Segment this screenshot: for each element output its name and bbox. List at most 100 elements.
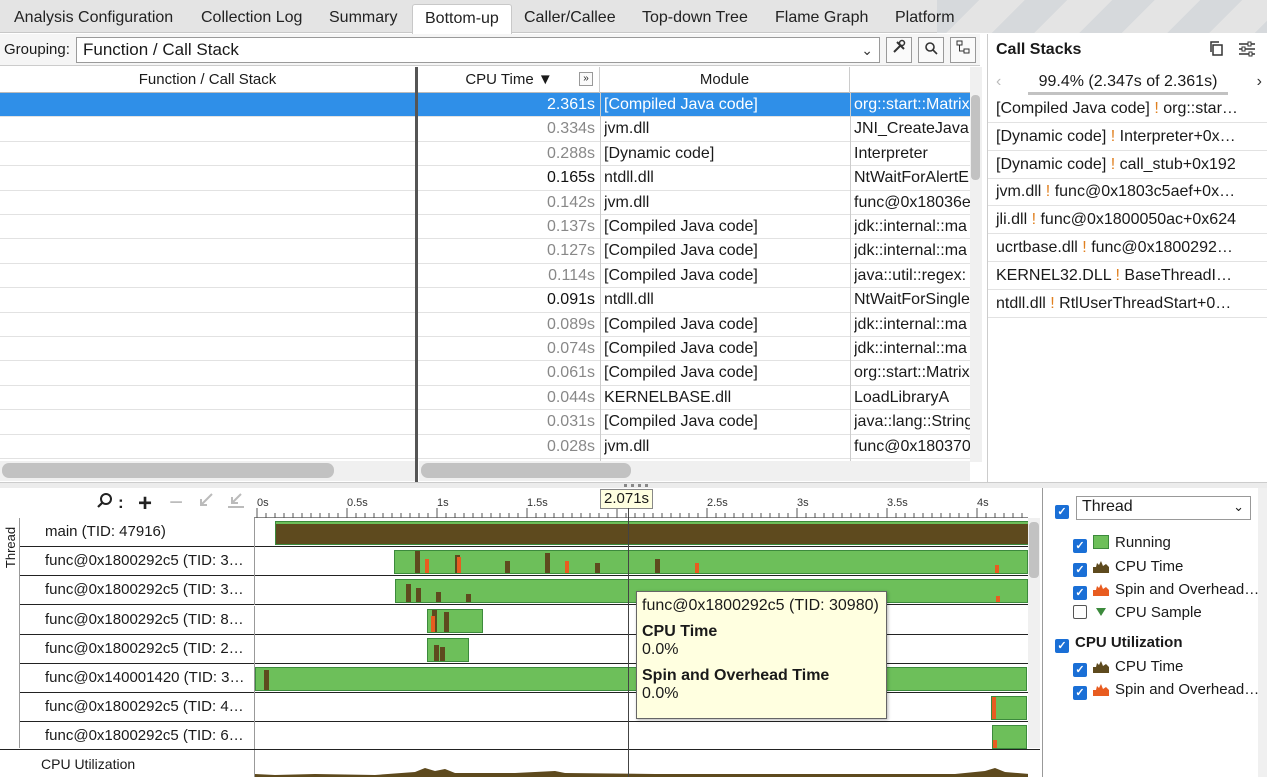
thread-name: func@0x1800292c5 (TID: 4… [45, 698, 244, 716]
settings-sliders-icon[interactable] [1238, 40, 1256, 62]
cpu-time-cell: 0.334s [546, 120, 595, 138]
spin-swatch-icon [1093, 684, 1109, 696]
column-header-cpu-time[interactable]: CPU Time ▼ » [419, 67, 600, 93]
copy-icon[interactable] [1208, 40, 1224, 62]
table-row[interactable]: ▶func@0x180370da00.028sjvm.dllfunc@0x180… [0, 435, 970, 459]
table-row[interactable]: ▶func@0x18036ed900.142sjvm.dllfunc@0x180… [0, 191, 970, 215]
thread-track[interactable] [254, 518, 1029, 547]
thread-row[interactable]: func@0x1800292c5 (TID: 6… [20, 722, 1028, 752]
table-row[interactable]: ▶Interpreter0.288s[Dynamic code]Interpre… [0, 142, 970, 167]
thread-row[interactable]: main (TID: 47916) [20, 518, 1029, 547]
call-stack-frame[interactable]: [Dynamic code] ! call_stub+0x192 [988, 151, 1267, 179]
running-bar[interactable] [275, 521, 1029, 545]
cpu-time-swatch-icon [1093, 561, 1109, 573]
frame-separator-icon: ! [1154, 100, 1159, 117]
column-header-module[interactable]: Module [600, 67, 850, 93]
function-full-cell: java::lang::String [854, 413, 970, 431]
running-bar[interactable] [394, 550, 1028, 575]
column-header-function-full[interactable] [850, 67, 970, 93]
tab-bottom-up[interactable]: Bottom-up [412, 4, 512, 34]
zoom-in-icon[interactable]: + [138, 490, 152, 518]
tab-top-down-tree[interactable]: Top-down Tree [630, 4, 760, 33]
legend-running[interactable]: ✓ Running [1073, 534, 1171, 553]
next-stack-icon[interactable]: › [1257, 73, 1262, 91]
running-bar[interactable] [427, 637, 469, 662]
thread-track[interactable] [254, 547, 1028, 577]
table-row[interactable]: ▶jdk::internal::math::FloatingDecimal$AS… [0, 215, 970, 240]
call-stack-frame[interactable]: [Dynamic code] ! Interpreter+0x… [988, 123, 1267, 151]
call-stack-frame[interactable]: ntdll.dll ! RtlUserThreadStart+0… [988, 290, 1267, 318]
frozen-column-splitter[interactable] [415, 67, 418, 482]
zoom-menu-icon[interactable]: : [118, 493, 124, 513]
table-row[interactable]: ▶jdk::internal::math::FloatingDecimal$Bi… [0, 337, 970, 362]
undo-zoom-icon[interactable] [227, 492, 245, 514]
tab-summary[interactable]: Summary [317, 4, 409, 33]
legend-util-cpu-time[interactable]: ✓ CPU Time [1073, 658, 1183, 677]
zoom-out-icon[interactable]: − [169, 489, 183, 517]
tab-caller-callee[interactable]: Caller/Callee [512, 4, 628, 33]
thread-row[interactable]: func@0x1800292c5 (TID: 3… [20, 547, 1028, 577]
tab-flame-graph[interactable]: Flame Graph [763, 4, 880, 33]
cpu-sample-swatch-icon [1096, 608, 1106, 616]
cpu-utilization-graph[interactable] [254, 750, 1028, 777]
legend-group-select[interactable]: Thread ⌄ [1076, 496, 1251, 520]
tab-collection-log[interactable]: Collection Log [189, 4, 314, 33]
call-tree-button[interactable] [950, 37, 976, 63]
function-full-cell: func@0x18036e [854, 193, 970, 211]
tree-icon [956, 40, 970, 54]
cpu-time-spike [416, 588, 421, 603]
grid-vertical-scroll-thumb[interactable] [971, 95, 980, 180]
running-bar[interactable] [991, 696, 1027, 721]
cpu-time-cell: 0.127s [546, 242, 595, 260]
spin-spike [431, 615, 435, 632]
expand-column-button[interactable]: » [579, 72, 593, 86]
previous-stack-icon[interactable]: ‹ [996, 73, 1001, 91]
thread-group-checkbox[interactable]: ✓ [1055, 500, 1075, 519]
table-row[interactable]: ▶NtWaitForSingleObject0.091sntdll.dllNtW… [0, 288, 970, 313]
table-row[interactable]: ▶org::start::MatrixMultiplication$M::wri… [0, 361, 970, 386]
ruler-tick-label: 3.5s [887, 497, 908, 509]
tab-platform[interactable]: Platform [883, 4, 967, 33]
table-row[interactable]: ▶jdk::internal::math::FloatingDecimal::r… [0, 239, 970, 264]
frame-module: ucrtbase.dll [996, 239, 1078, 256]
legend-scrollbar[interactable] [1258, 488, 1267, 777]
table-row[interactable]: ▶org::start::MatrixMultiplication$M::mul… [0, 93, 970, 118]
search-button[interactable] [918, 37, 944, 63]
zoom-to-selection-icon[interactable] [198, 492, 214, 514]
call-stack-frame[interactable]: KERNEL32.DLL ! BaseThreadI… [988, 262, 1267, 290]
table-row[interactable]: ▶LoadLibraryA0.044sKERNELBASE.dllLoadLib… [0, 386, 970, 411]
legend-spin-overhead[interactable]: ✓ Spin and Overhead… [1073, 581, 1259, 600]
call-stack-frame[interactable]: jvm.dll ! func@0x1803c5aef+0x… [988, 178, 1267, 207]
ruler-tick-label: 1s [437, 497, 449, 509]
module-cell: jvm.dll [604, 120, 650, 138]
grouping-select[interactable]: Function / Call Stack ⌄ [76, 37, 880, 63]
frame-module: [Compiled Java code] [996, 100, 1150, 117]
grid-horizontal-scroll-thumb-right[interactable] [421, 463, 631, 478]
grid-horizontal-scroll-thumb-left[interactable] [2, 463, 334, 478]
customize-grouping-button[interactable] [886, 37, 912, 63]
legend-cpu-sample[interactable]: CPU Sample [1073, 604, 1202, 621]
running-bar[interactable] [427, 608, 483, 633]
table-row[interactable]: ▶java::util::regex::Pattern::split0.114s… [0, 264, 970, 289]
table-row[interactable]: ▶java::lang::StringLatin1::inflate0.031s… [0, 410, 970, 435]
running-swatch-icon [1093, 535, 1109, 549]
legend-group-value: Thread [1082, 498, 1133, 515]
call-stack-frame[interactable]: ucrtbase.dll ! func@0x1800292… [988, 234, 1267, 262]
call-stack-frame[interactable]: [Compiled Java code] ! org::star… [988, 95, 1267, 123]
table-row[interactable]: ▶jdk::internal::math::FDBigInteger::left… [0, 313, 970, 337]
table-row[interactable]: ▶JNI_CreateJavaVM0.334sjvm.dllJNI_Create… [0, 117, 970, 142]
timeline-vertical-scroll-thumb[interactable] [1029, 522, 1039, 578]
tab-analysis-configuration[interactable]: Analysis Configuration [2, 4, 185, 33]
cpu-time-spike [264, 670, 269, 690]
legend-util-spin[interactable]: ✓ Spin and Overhead… [1073, 681, 1259, 700]
cpu-time-spike [434, 644, 439, 661]
table-row[interactable]: ▶NtWaitForAlertByThreadId0.165sntdll.dll… [0, 166, 970, 191]
legend-cpu-utilization[interactable]: ✓ CPU Utilization [1055, 634, 1183, 653]
call-stack-frame[interactable]: jli.dll ! func@0x1800050ac+0x624 [988, 206, 1267, 235]
legend-cpu-time[interactable]: ✓ CPU Time [1073, 558, 1183, 577]
column-header-function[interactable]: Function / Call Stack [0, 67, 416, 93]
zoom-search-icon[interactable] [96, 492, 114, 516]
running-bar[interactable] [992, 725, 1027, 750]
frame-separator-icon: ! [1115, 266, 1120, 284]
thread-track[interactable] [254, 722, 1028, 752]
